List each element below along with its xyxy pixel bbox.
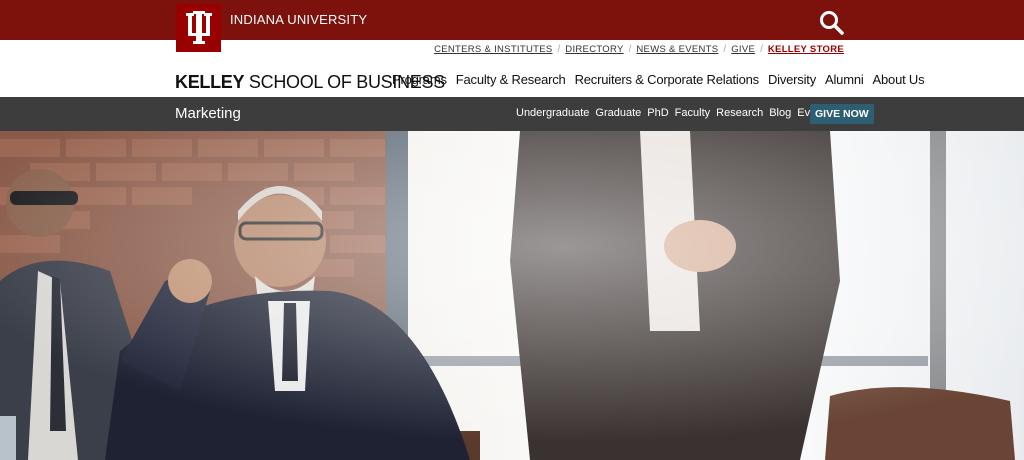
- utility-link-news-events[interactable]: NEWS & EVENTS: [636, 44, 718, 55]
- university-name[interactable]: INDIANA UNIVERSITY: [230, 12, 367, 27]
- iu-top-bar: INDIANA UNIVERSITY: [0, 0, 1024, 40]
- department-bar: Marketing Undergraduate Graduate PhD Fac…: [0, 97, 1024, 131]
- utility-link-directory[interactable]: DIRECTORY: [565, 44, 623, 55]
- subnav-graduate[interactable]: Graduate: [595, 107, 641, 119]
- separator: /: [557, 44, 561, 55]
- nav-faculty-research[interactable]: Faculty & Research: [456, 72, 566, 87]
- school-name-bold: KELLEY: [175, 72, 245, 92]
- utility-link-kelley-store[interactable]: KELLEY STORE: [768, 44, 844, 55]
- main-nav: Programs Faculty & Research Recruiters &…: [392, 72, 925, 87]
- utility-link-give[interactable]: GIVE: [731, 44, 755, 55]
- subnav-phd[interactable]: PhD: [647, 107, 668, 119]
- separator: /: [723, 44, 727, 55]
- subnav-research[interactable]: Research: [716, 107, 763, 119]
- nav-recruiters[interactable]: Recruiters & Corporate Relations: [575, 72, 760, 87]
- subnav-faculty[interactable]: Faculty: [675, 107, 710, 119]
- give-now-button[interactable]: GIVE NOW: [810, 104, 874, 124]
- separator: /: [628, 44, 632, 55]
- iu-trident-logo[interactable]: [176, 4, 221, 52]
- hero-image: [0, 131, 1024, 460]
- nav-about-us[interactable]: About Us: [873, 72, 925, 87]
- nav-diversity[interactable]: Diversity: [768, 72, 816, 87]
- utility-links: CENTERS & INSTITUTES / DIRECTORY / NEWS …: [434, 44, 844, 55]
- separator: /: [760, 44, 763, 55]
- subnav-blog[interactable]: Blog: [769, 107, 791, 119]
- page: INDIANA UNIVERSITY CENTERS & INSTITUTES …: [0, 0, 1024, 460]
- nav-programs[interactable]: Programs: [392, 72, 447, 87]
- subnav-undergraduate[interactable]: Undergraduate: [516, 107, 589, 119]
- iu-trident-icon: [185, 11, 212, 44]
- department-title[interactable]: Marketing: [175, 105, 241, 122]
- search-icon[interactable]: [819, 10, 845, 36]
- department-subnav: Undergraduate Graduate PhD Faculty Resea…: [516, 107, 831, 119]
- nav-alumni[interactable]: Alumni: [825, 72, 864, 87]
- hero-photo-illustration: [0, 131, 1024, 460]
- utility-link-centers[interactable]: CENTERS & INSTITUTES: [434, 44, 552, 55]
